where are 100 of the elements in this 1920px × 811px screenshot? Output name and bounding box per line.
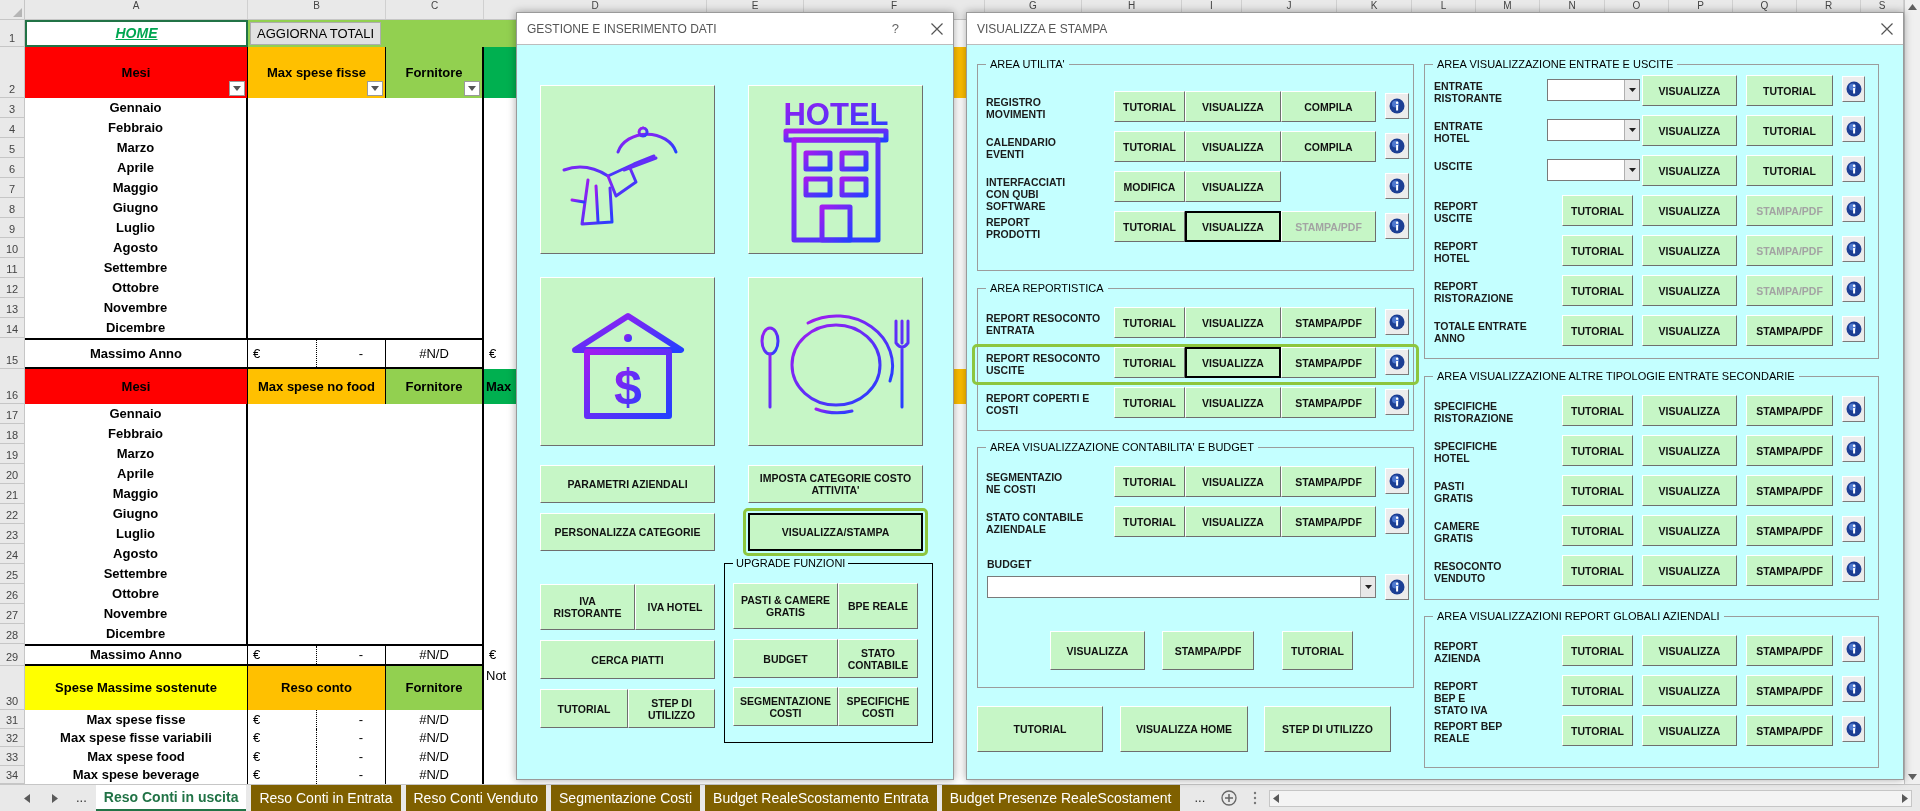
- info-button[interactable]: [1842, 116, 1865, 142]
- icon-tile-button[interactable]: $: [540, 277, 715, 446]
- close-icon[interactable]: [1881, 22, 1893, 35]
- action-button[interactable]: TUTORIAL: [1562, 235, 1633, 266]
- info-button[interactable]: [1385, 309, 1409, 335]
- horizontal-scrollbar[interactable]: [1269, 789, 1912, 807]
- icon-tile-button[interactable]: [540, 85, 715, 254]
- action-button[interactable]: TUTORIAL: [1562, 635, 1633, 666]
- action-button[interactable]: STAMPA/PDF: [1281, 387, 1376, 418]
- info-button[interactable]: [1842, 316, 1865, 342]
- action-button[interactable]: STAMPA/PDF: [1746, 635, 1833, 666]
- action-button[interactable]: TUTORIAL: [1562, 715, 1633, 746]
- action-button[interactable]: VISUALIZZA: [1642, 435, 1737, 466]
- action-button[interactable]: STAMPA/PDF: [1281, 347, 1376, 378]
- info-button[interactable]: [1842, 276, 1865, 302]
- splitter-handle-icon[interactable]: [1253, 791, 1258, 805]
- info-button[interactable]: [1385, 574, 1409, 600]
- action-button[interactable]: VISUALIZZA: [1642, 115, 1737, 146]
- info-button[interactable]: [1842, 556, 1865, 582]
- action-button[interactable]: VISUALIZZA: [1642, 315, 1737, 346]
- column-letter[interactable]: C: [386, 0, 484, 19]
- action-button[interactable]: VISUALIZZA: [1185, 347, 1281, 378]
- action-button[interactable]: IVA HOTEL: [635, 584, 715, 630]
- action-button[interactable]: CERCA PIATTI: [540, 640, 715, 679]
- sheet-tab[interactable]: Reso Conti in uscita: [95, 785, 247, 811]
- action-button[interactable]: VISUALIZZA: [1642, 395, 1737, 426]
- scroll-left-icon[interactable]: [1273, 793, 1280, 803]
- action-button[interactable]: BPE REALE: [838, 583, 918, 629]
- filter-button[interactable]: [229, 81, 245, 96]
- action-button[interactable]: VISUALIZZA: [1185, 211, 1281, 242]
- action-button[interactable]: TUTORIAL: [1562, 195, 1633, 226]
- action-button[interactable]: STAMPA/PDF: [1746, 395, 1833, 426]
- action-button[interactable]: TUTORIAL: [1746, 115, 1833, 146]
- sheet-tab[interactable]: Budget Presenze RealeScostament: [941, 785, 1180, 811]
- action-button[interactable]: TUTORIAL: [1282, 631, 1353, 670]
- icon-tile-button[interactable]: [748, 277, 923, 446]
- action-button[interactable]: SEGMENTAZIONE COSTI: [733, 687, 838, 726]
- action-button[interactable]: VISUALIZZA: [1185, 387, 1281, 418]
- action-button[interactable]: TUTORIAL: [1562, 675, 1633, 706]
- action-button[interactable]: PARAMETRI AZIENDALI: [540, 465, 715, 503]
- action-button[interactable]: STAMPA/PDF: [1746, 435, 1833, 466]
- sheet-tab[interactable]: Budget RealeScostamento Entrata: [705, 785, 937, 811]
- action-button[interactable]: TUTORIAL: [1114, 91, 1185, 122]
- action-button[interactable]: VISUALIZZA HOME: [1120, 706, 1248, 752]
- action-button[interactable]: VISUALIZZA: [1185, 171, 1281, 202]
- action-button[interactable]: MODIFICA: [1114, 171, 1185, 202]
- action-button[interactable]: STAMPA/PDF: [1281, 506, 1376, 537]
- info-button[interactable]: [1385, 133, 1409, 159]
- action-button[interactable]: TUTORIAL: [1114, 131, 1185, 162]
- action-button[interactable]: VISUALIZZA: [1642, 75, 1737, 106]
- scroll-right-icon[interactable]: [1902, 793, 1908, 803]
- action-button[interactable]: PERSONALIZZA CATEGORIE: [540, 513, 715, 551]
- action-button[interactable]: VISUALIZZA: [1642, 635, 1737, 666]
- action-button[interactable]: VISUALIZZA: [1185, 307, 1281, 338]
- info-button[interactable]: [1385, 213, 1409, 239]
- sheet-tab[interactable]: Segmentazione Costi: [551, 785, 701, 811]
- add-sheet-icon[interactable]: [1221, 790, 1238, 806]
- info-button[interactable]: [1842, 676, 1865, 702]
- info-button[interactable]: [1385, 468, 1409, 494]
- action-button[interactable]: STAMPA/PDF: [1162, 631, 1254, 670]
- action-button[interactable]: TUTORIAL: [1746, 75, 1833, 106]
- action-button[interactable]: TUTORIAL: [1114, 347, 1185, 378]
- action-button[interactable]: TUTORIAL: [1562, 555, 1633, 586]
- sheet-tab[interactable]: Reso Conti in Entrata: [251, 785, 401, 811]
- action-button[interactable]: TUTORIAL: [1746, 155, 1833, 186]
- info-button[interactable]: [1385, 349, 1409, 375]
- action-button[interactable]: TUTORIAL: [1114, 466, 1185, 497]
- icon-tile-button[interactable]: HOTEL: [748, 85, 923, 254]
- action-button[interactable]: STAMPA/PDF: [1746, 675, 1833, 706]
- action-button[interactable]: SPECIFICHE COSTI: [838, 687, 918, 726]
- action-button[interactable]: TUTORIAL: [1562, 395, 1633, 426]
- action-button[interactable]: IMPOSTA CATEGORIE COSTO ATTIVITA': [748, 465, 923, 503]
- action-button[interactable]: VISUALIZZA: [1642, 155, 1737, 186]
- info-button[interactable]: [1385, 508, 1409, 534]
- dropdown[interactable]: [1547, 79, 1640, 101]
- action-button[interactable]: BUDGET: [733, 639, 838, 678]
- dropdown[interactable]: [1547, 119, 1640, 141]
- action-button[interactable]: VISUALIZZA/STAMPA: [748, 513, 923, 551]
- action-button[interactable]: TUTORIAL: [1114, 307, 1185, 338]
- action-button[interactable]: STAMPA/PDF: [1746, 475, 1833, 506]
- action-button[interactable]: PASTI & CAMERE GRATIS: [733, 583, 838, 629]
- action-button[interactable]: VISUALIZZA: [1642, 555, 1737, 586]
- info-button[interactable]: [1842, 436, 1865, 462]
- action-button[interactable]: TUTORIAL: [1562, 275, 1633, 306]
- action-button[interactable]: STAMPA/PDF: [1746, 555, 1833, 586]
- action-button[interactable]: VISUALIZZA: [1642, 675, 1737, 706]
- action-button[interactable]: VISUALIZZA: [1642, 235, 1737, 266]
- dropdown[interactable]: [1547, 159, 1640, 181]
- info-button[interactable]: [1842, 196, 1865, 222]
- action-button[interactable]: VISUALIZZA: [1185, 91, 1281, 122]
- help-button[interactable]: ?: [891, 18, 899, 39]
- action-button[interactable]: VISUALIZZA: [1642, 515, 1737, 546]
- action-button[interactable]: TUTORIAL: [1562, 435, 1633, 466]
- action-button[interactable]: IVA RISTORANTE: [540, 584, 635, 630]
- column-letter[interactable]: B: [248, 0, 386, 19]
- next-sheet-icon[interactable]: [52, 793, 58, 803]
- action-button[interactable]: TUTORIAL: [1562, 475, 1633, 506]
- info-button[interactable]: [1385, 93, 1409, 119]
- sheet-tab[interactable]: Reso Conti Venduto: [405, 785, 547, 811]
- info-button[interactable]: [1842, 236, 1865, 262]
